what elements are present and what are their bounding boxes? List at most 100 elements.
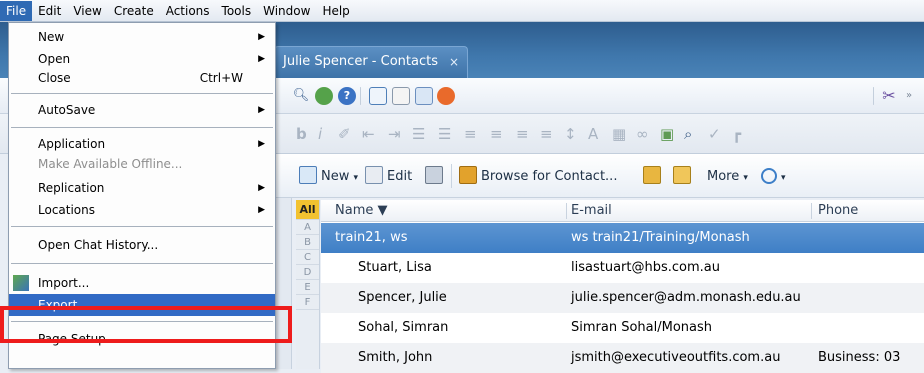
menu-item-replication[interactable]: Replication ▶: [9, 177, 275, 199]
spellcheck-icon[interactable]: ✓: [708, 125, 721, 143]
new-button[interactable]: New ▾: [299, 166, 358, 188]
menu-item-label: Locations: [38, 203, 96, 217]
align-right-icon[interactable]: ≡: [516, 125, 529, 143]
submenu-arrow-icon: ▶: [258, 183, 265, 193]
alpha-c[interactable]: C: [296, 250, 319, 265]
alpha-f[interactable]: F: [296, 295, 319, 310]
alpha-e[interactable]: E: [296, 280, 319, 295]
table-row[interactable]: Stuart, Lisa lisastuart@hbs.com.au: [321, 253, 924, 283]
more-button[interactable]: More ▾: [707, 166, 748, 188]
menu-item-label: Application: [38, 137, 106, 151]
table-row[interactable]: Sohal, Simran Simran Sohal/Monash: [321, 313, 924, 343]
close-icon[interactable]: ×: [449, 47, 459, 77]
column-name[interactable]: Name ▼: [335, 200, 387, 222]
numbered-list-icon[interactable]: ☰: [438, 125, 451, 143]
submenu-arrow-icon: ▶: [258, 139, 265, 149]
menu-separator: [11, 226, 273, 227]
scissors-icon[interactable]: ✂: [880, 87, 898, 105]
edit-document-icon[interactable]: [392, 87, 410, 105]
contact-email: lisastuart@hbs.com.au: [571, 260, 720, 275]
column-divider[interactable]: [566, 203, 567, 219]
menu-help[interactable]: Help: [316, 1, 355, 21]
menu-item-import[interactable]: Import...: [9, 272, 275, 294]
contact-name: Spencer, Julie: [358, 290, 447, 305]
column-phone[interactable]: Phone: [818, 200, 858, 222]
menu-item-make-offline: Make Available Offline...: [9, 153, 275, 175]
border-icon[interactable]: ┏: [732, 125, 741, 143]
browse-contact-button[interactable]: Browse for Contact...: [459, 166, 617, 188]
tab-title: Julie Spencer - Contacts: [283, 54, 438, 69]
refresh-icon[interactable]: [315, 87, 333, 105]
group-button[interactable]: [673, 166, 695, 188]
delete-button[interactable]: [425, 166, 447, 188]
edit-button[interactable]: Edit: [365, 166, 412, 188]
menu-create[interactable]: Create: [108, 1, 160, 21]
search-button[interactable]: ▾: [761, 166, 786, 188]
search-icon: [761, 168, 777, 184]
justify-icon[interactable]: ≡: [540, 125, 553, 143]
menu-item-chat-history[interactable]: Open Chat History...: [9, 234, 275, 256]
menu-separator: [11, 263, 273, 264]
annotation-highlight-box: [0, 306, 292, 343]
outdent-icon[interactable]: ⇤: [362, 125, 375, 143]
menu-window[interactable]: Window: [257, 1, 316, 21]
calendar-icon[interactable]: [369, 87, 387, 105]
table-row[interactable]: Spencer, Julie julie.spencer@adm.monash.…: [321, 283, 924, 313]
mail-icon[interactable]: [415, 87, 433, 105]
alphabet-index: All A B C D E F: [296, 200, 320, 369]
contact-email: Simran Sohal/Monash: [571, 320, 713, 335]
column-email[interactable]: E-mail: [571, 200, 612, 222]
italic-icon[interactable]: i: [318, 125, 322, 143]
menu-item-application[interactable]: Application ▶: [9, 133, 275, 155]
menu-item-label: Replication: [38, 181, 105, 195]
menu-view[interactable]: View: [67, 1, 107, 21]
menu-item-label: Import...: [38, 276, 90, 290]
menu-item-label: New: [38, 30, 65, 44]
trash-icon: [425, 166, 443, 184]
table-row[interactable]: train21, ws ws train21/Training/Monash: [321, 223, 924, 253]
menu-item-autosave[interactable]: AutoSave ▶: [9, 99, 275, 121]
submenu-arrow-icon: ▶: [258, 32, 265, 42]
tab-contacts[interactable]: Julie Spencer - Contacts ×: [274, 46, 468, 78]
chevron-down-icon: ▾: [743, 173, 748, 183]
menu-edit[interactable]: Edit: [32, 1, 67, 21]
menu-separator: [11, 127, 273, 128]
alpha-b[interactable]: B: [296, 235, 319, 250]
line-spacing-icon[interactable]: ↕: [564, 125, 577, 143]
table-icon[interactable]: ▦: [612, 125, 626, 143]
menu-actions[interactable]: Actions: [160, 1, 216, 21]
contacts-view-button[interactable]: [643, 166, 665, 188]
link-icon[interactable]: ∞: [636, 125, 649, 143]
menu-item-new[interactable]: New ▶: [9, 26, 275, 48]
bullet-list-icon[interactable]: ☰: [412, 125, 425, 143]
text-style-icon[interactable]: A: [588, 125, 598, 143]
alpha-d[interactable]: D: [296, 265, 319, 280]
menu-item-close[interactable]: Close Ctrl+W: [9, 67, 275, 89]
contact-name: Sohal, Simran: [358, 320, 449, 335]
menu-item-locations[interactable]: Locations ▶: [9, 199, 275, 221]
find-icon[interactable]: ⌕: [684, 125, 692, 143]
new-contact-icon: [299, 166, 317, 184]
folder-icon: [643, 166, 661, 184]
menubar: File Edit View Create Actions Tools Wind…: [0, 0, 924, 22]
menu-file[interactable]: File: [0, 0, 33, 21]
help-icon[interactable]: ?: [338, 87, 356, 105]
align-left-icon[interactable]: ≡: [464, 125, 477, 143]
binoculars-icon[interactable]: 🔍︎: [292, 87, 310, 105]
people-icon[interactable]: [437, 87, 455, 105]
import-icon: [13, 275, 29, 291]
new-button-label: New: [321, 169, 350, 184]
menu-tools[interactable]: Tools: [216, 1, 258, 21]
align-center-icon[interactable]: ≡: [490, 125, 503, 143]
contacts-grid: Name ▼ E-mail Phone train21, ws ws train…: [321, 200, 924, 373]
alpha-a[interactable]: A: [296, 220, 319, 235]
alpha-all[interactable]: All: [296, 200, 319, 220]
column-divider[interactable]: [811, 203, 812, 219]
contact-name: Stuart, Lisa: [358, 260, 432, 275]
bold-icon[interactable]: b: [296, 125, 307, 143]
chevron-more-icon[interactable]: »: [900, 87, 918, 105]
highlighter-icon[interactable]: ✐: [338, 125, 351, 143]
indent-icon[interactable]: ⇥: [388, 125, 401, 143]
insert-icon[interactable]: ▣: [660, 125, 674, 143]
chevron-down-icon: ▾: [781, 173, 786, 183]
